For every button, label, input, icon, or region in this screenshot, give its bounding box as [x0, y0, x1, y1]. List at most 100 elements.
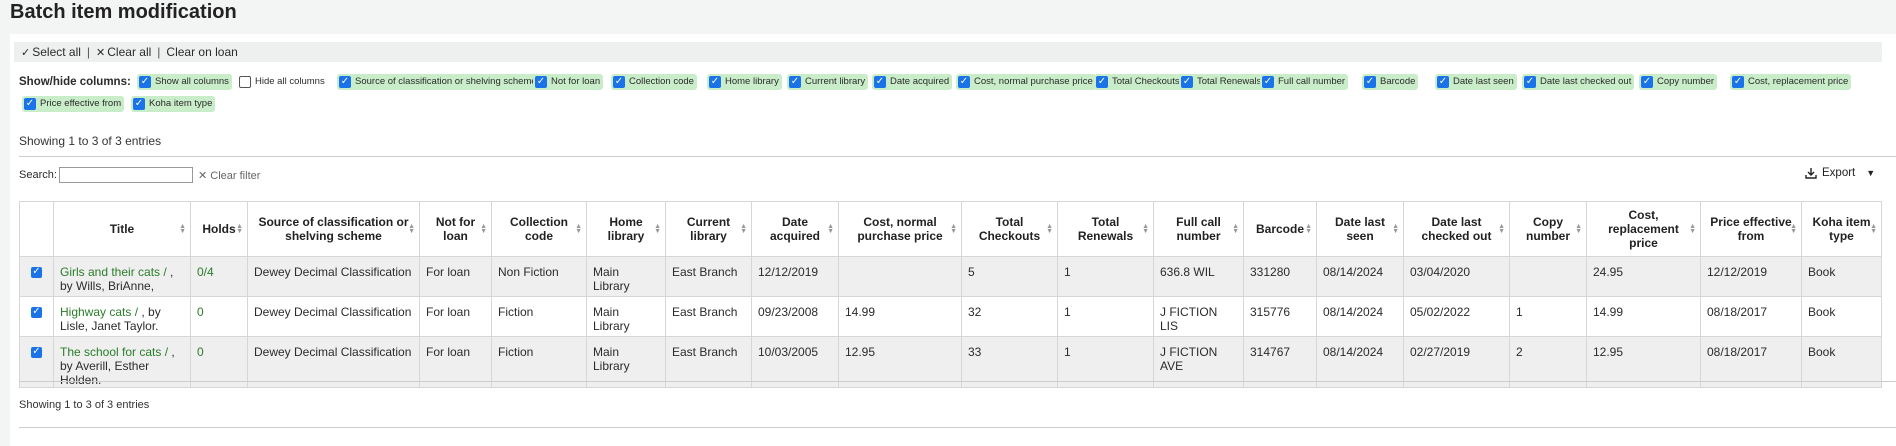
column-toggle-checkbox[interactable]: ✓ — [613, 76, 625, 88]
column-toggle-chip[interactable]: ✓ Cost, normal purchase price — [956, 74, 1096, 90]
column-header[interactable]: Holds ▲ ▼ — [190, 201, 248, 257]
column-toggle-chip[interactable]: ✓ Full call number — [1260, 74, 1349, 90]
column-toggle-label: Home library — [725, 76, 779, 87]
holds-cell: 0 — [190, 296, 248, 337]
column-toggle-chip[interactable]: ✓ Show all columns — [137, 74, 232, 90]
column-toggle-chip[interactable]: ✓ Current library — [787, 74, 869, 90]
renewals-cell: 1 — [1057, 256, 1154, 297]
column-toggle-chip[interactable]: ✓ Date last checked out — [1522, 74, 1635, 90]
search-input[interactable] — [58, 167, 193, 183]
column-toggle-checkbox[interactable]: ✓ — [339, 76, 351, 88]
column-toggle-checkbox[interactable]: ✓ — [24, 98, 36, 110]
clear-on-loan-link[interactable]: Clear on loan — [166, 45, 237, 59]
sort-icon: ▲ ▼ — [950, 223, 957, 235]
column-header[interactable]: Date acquired ▲ ▼ — [751, 201, 839, 257]
column-header[interactable]: Collection code ▲ ▼ — [491, 201, 587, 257]
column-header[interactable]: Barcode ▲ ▼ — [1243, 201, 1317, 257]
title-link[interactable]: The school for cats / — [60, 345, 171, 359]
column-header-label: Copy number — [1525, 215, 1570, 243]
column-toggle-chip[interactable]: ✓ Price effective from — [22, 96, 125, 112]
sort-icon: ▲ ▼ — [1232, 223, 1239, 235]
holds-cell: 0/4 — [190, 256, 248, 297]
column-toggle-chip[interactable]: ✓ Not for loan — [533, 74, 604, 90]
sort-icon: ▲ ▼ — [1046, 223, 1053, 235]
title-link[interactable]: Highway cats / — [60, 305, 141, 319]
column-header[interactable]: Title ▲ ▼ — [53, 201, 191, 257]
column-toggle-checkbox[interactable]: ✓ — [1524, 76, 1536, 88]
column-toggle-checkbox[interactable]: ✓ — [1262, 76, 1274, 88]
home-cell: Main Library — [586, 336, 666, 388]
column-toggle-checkbox[interactable]: ✓ — [709, 76, 721, 88]
clear-all-link[interactable]: Clear all — [107, 45, 151, 59]
column-toggle-chip[interactable]: ✓ Source of classification or shelving sc… — [337, 74, 540, 90]
row-checkbox[interactable]: ✓ — [31, 266, 42, 278]
column-header[interactable]: Source of classification or shelving sch… — [247, 201, 420, 257]
clear-filter-button[interactable]: ✕ Clear filter — [198, 169, 260, 182]
column-toggle-chip[interactable]: ✓ Copy number — [1639, 74, 1718, 90]
sort-icon: ▲ ▼ — [1305, 223, 1312, 235]
column-toggle-checkbox[interactable]: ✓ — [133, 98, 145, 110]
title-link[interactable]: Girls and their cats / — [60, 265, 170, 279]
column-toggle-checkbox[interactable]: ✓ — [139, 76, 151, 88]
table-header-row: Title ▲ ▼ Holds ▲ ▼ Source of classification o… — [19, 201, 1882, 257]
column-header-label: Date last seen — [1334, 215, 1386, 243]
column-toggle-checkbox[interactable]: ✓ — [535, 76, 547, 88]
column-toggle-checkbox[interactable]: ✓ — [1364, 76, 1376, 88]
ccode-cell: Non Fiction — [491, 256, 587, 297]
column-toggle-chip[interactable]: ✓ Total Checkouts — [1094, 74, 1183, 90]
column-header[interactable]: Not for loan ▲ ▼ — [419, 201, 492, 257]
select-all-link[interactable]: Select all — [32, 45, 81, 59]
barcode-cell: 315776 — [1243, 296, 1317, 337]
column-toggle-label: Koha item type — [149, 98, 213, 109]
clear-filter-label: Clear filter — [210, 170, 261, 182]
column-toggle-chip[interactable]: ✓ Total Renewals — [1179, 74, 1265, 90]
column-header[interactable]: Current library ▲ ▼ — [665, 201, 752, 257]
row-checkbox[interactable]: ✓ — [31, 346, 42, 358]
cost-cell: 12.95 — [838, 336, 962, 388]
column-header[interactable]: Date last seen ▲ ▼ — [1316, 201, 1404, 257]
column-header[interactable]: Cost, normal purchase price ▲ ▼ — [838, 201, 962, 257]
column-header[interactable]: Home library ▲ ▼ — [586, 201, 666, 257]
divider — [19, 156, 1896, 157]
column-header[interactable]: Total Checkouts ▲ ▼ — [961, 201, 1058, 257]
column-toggle-chip[interactable]: ✓ Date last seen — [1435, 74, 1517, 90]
column-header[interactable]: Koha item type ▲ ▼ — [1801, 201, 1882, 257]
column-toggle-checkbox[interactable]: ✓ — [1641, 76, 1653, 88]
column-header[interactable]: Date last checked out ▲ ▼ — [1403, 201, 1510, 257]
column-toggle-chip[interactable]: ✓ Home library — [707, 74, 782, 90]
column-toggle-chip[interactable]: Hide all columns — [237, 74, 328, 90]
column-header[interactable]: Cost, replacement price ▲ ▼ — [1586, 201, 1701, 257]
column-header-label: Collection code — [509, 215, 568, 243]
column-header[interactable]: Copy number ▲ ▼ — [1509, 201, 1587, 257]
column-toggle-chip[interactable]: ✓ Barcode — [1362, 74, 1419, 90]
export-button[interactable]: Export ▼ — [1805, 167, 1875, 179]
column-toggle-checkbox[interactable] — [239, 76, 251, 88]
column-toggle-checkbox[interactable]: ✓ — [789, 76, 801, 88]
holds-link[interactable]: 0 — [197, 305, 204, 319]
column-toggle-checkbox[interactable]: ✓ — [1096, 76, 1108, 88]
source-cell: Dewey Decimal Classification — [247, 336, 420, 388]
column-toggle-checkbox[interactable]: ✓ — [1732, 76, 1744, 88]
home-cell: Main Library — [586, 256, 666, 297]
column-toggle-chip[interactable]: ✓ Koha item type — [131, 96, 216, 112]
column-toggle-chip[interactable]: ✓ Collection code — [611, 74, 697, 90]
column-toggle-checkbox[interactable]: ✓ — [1437, 76, 1449, 88]
row-checkbox[interactable]: ✓ — [31, 306, 42, 318]
column-header[interactable]: Total Renewals ▲ ▼ — [1057, 201, 1154, 257]
column-toggle-chip[interactable]: ✓ Cost, replacement price — [1730, 74, 1852, 90]
column-header[interactable]: Price effective from ▲ ▼ — [1700, 201, 1802, 257]
callnum-cell: J FICTION LIS — [1153, 296, 1244, 337]
column-toggle-label: Date acquired — [890, 76, 950, 87]
holds-link[interactable]: 0 — [197, 345, 204, 359]
column-toggle-checkbox[interactable]: ✓ — [1181, 76, 1193, 88]
holds-link[interactable]: 0/4 — [197, 265, 214, 279]
column-toggle-label: Total Renewals — [1197, 76, 1262, 87]
column-toggle-checkbox[interactable]: ✓ — [958, 76, 970, 88]
last-seen-cell: 08/14/2024 — [1316, 256, 1404, 297]
sort-icon: ▲ ▼ — [1498, 223, 1505, 235]
column-toggle-chip[interactable]: ✓ Date acquired — [872, 74, 953, 90]
column-header[interactable]: Full call number ▲ ▼ — [1153, 201, 1244, 257]
sort-icon: ▲ ▼ — [1790, 223, 1797, 235]
title-cell: The school for cats / , by Averill, Esth… — [53, 336, 191, 388]
column-toggle-checkbox[interactable]: ✓ — [874, 76, 886, 88]
